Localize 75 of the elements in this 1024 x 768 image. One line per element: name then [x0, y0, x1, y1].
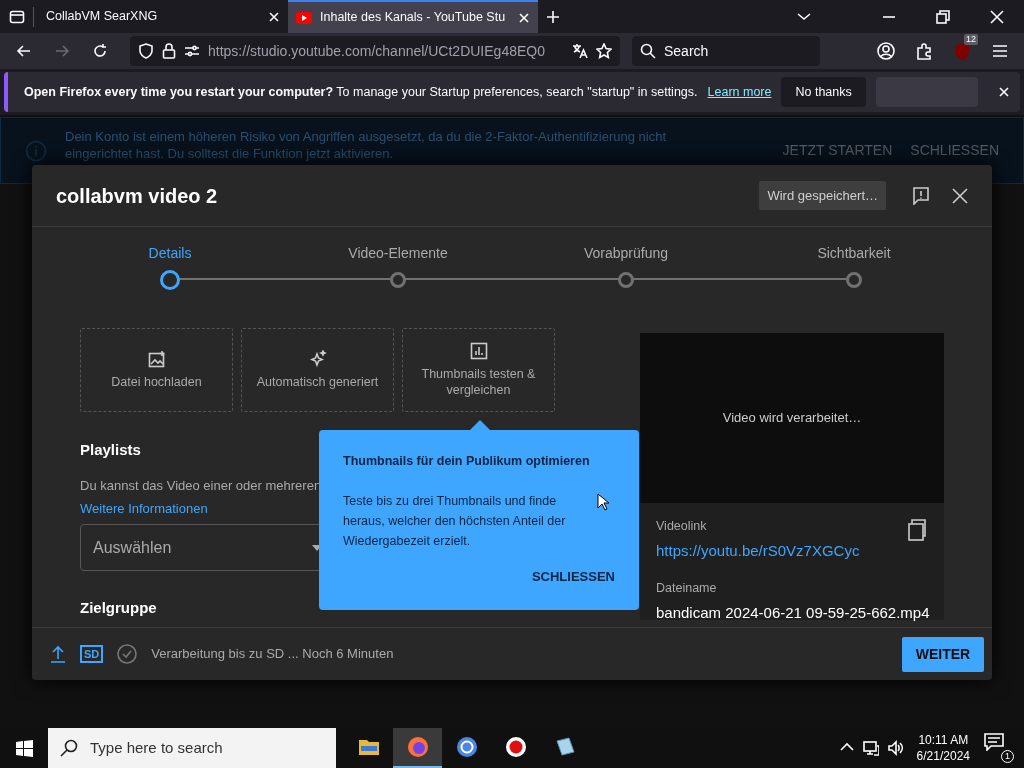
account-icon — [877, 42, 895, 60]
puzzle-icon — [915, 42, 933, 60]
close-icon[interactable] — [952, 187, 968, 204]
notification-message: Open Firefox every time you restart your computer? To manage your Startup preferences, search "startup" in settings. — [24, 83, 698, 101]
banner-message: Dein Konto ist einem höheren Risiko von Angriffen ausgesetzt, da du die 2-Faktor-Authentifizierung nicht eingerichtet hast. Du solltest die Funktion jetzt aktivieren. — [65, 128, 667, 162]
lock-icon[interactable] — [162, 43, 176, 59]
permissions-icon[interactable] — [184, 44, 200, 58]
thumbnail-option[interactable]: Automatisch generiert — [241, 328, 394, 412]
message-icon — [984, 733, 1004, 751]
feedback-icon[interactable] — [912, 186, 930, 205]
notification-center-button[interactable]: 1 — [984, 733, 1014, 763]
section-description: Du kannst das Video einer oder mehreren — [80, 476, 323, 495]
restore-icon[interactable] — [935, 8, 951, 25]
new-tab-icon[interactable] — [546, 9, 560, 24]
url-text: https://studio.youtube.com/channel/UCt2DUIEg48EQ0 — [208, 41, 546, 61]
bar-chart-icon — [469, 342, 488, 360]
step-tab[interactable]: Sichtbarkeit — [740, 227, 968, 297]
image-upload-icon — [147, 350, 166, 368]
search-field[interactable]: Search — [632, 36, 820, 66]
thumbnail-option[interactable]: Thumbnails testen & vergleichen — [402, 328, 555, 412]
quality-badge: SD — [80, 645, 104, 663]
upload-icon[interactable] — [50, 645, 66, 663]
record-icon — [503, 735, 528, 759]
shield-icon — [954, 42, 970, 60]
shield-icon[interactable] — [138, 43, 154, 59]
dialog-title: collabvm video 2 — [56, 183, 218, 209]
video-play-icon — [296, 11, 312, 24]
star-icon[interactable] — [596, 43, 612, 59]
windows-start-icon[interactable] — [16, 740, 33, 757]
search-icon — [60, 739, 78, 757]
popover-title: Thumbnails für dein Publikum optimieren — [343, 453, 591, 470]
translate-icon[interactable] — [572, 43, 588, 59]
back-icon — [16, 43, 32, 59]
step-tab[interactable]: Video-Elemente — [284, 227, 512, 297]
learn-more-link[interactable]: Weitere Informationen — [80, 499, 208, 519]
browser-tab[interactable]: Inhalte des Kanals - YouTube Stu — [288, 0, 538, 33]
processing-status: Verarbeitung bis zu SD ... Noch 6 Minuten — [151, 645, 394, 664]
taskbar-search-field[interactable]: Type here to search — [48, 728, 336, 768]
notification-count: 1 — [1001, 750, 1014, 763]
section-heading: Playlists — [80, 440, 141, 460]
cursor-icon — [597, 493, 609, 511]
next-button[interactable]: WEITER — [902, 636, 984, 672]
browser-icon — [454, 735, 479, 759]
field-label: Dateiname — [656, 579, 717, 597]
step-tab[interactable]: Vorabprüfung — [512, 227, 740, 297]
reload-icon — [92, 43, 108, 59]
save-status: Wird gespeichert… — [759, 180, 886, 211]
menu-icon — [992, 44, 1008, 58]
file-name: bandicam 2024-06-21 09-59-25-662.mp4 — [656, 602, 928, 623]
tab-list-icon[interactable] — [9, 8, 25, 25]
browser-tab[interactable]: CollabVM SearXNG — [38, 0, 288, 33]
extension-button[interactable]: 12 — [946, 36, 978, 66]
url-field[interactable]: https://studio.youtube.com/channel/UCt2DUIEg48EQ0 — [130, 36, 620, 66]
clock[interactable]: 10:11 AM 6/21/2024 — [916, 732, 970, 764]
learn-more-link[interactable]: Learn more — [707, 82, 772, 102]
close-button[interactable]: SCHLIESSEN — [531, 566, 615, 587]
info-icon — [25, 139, 47, 162]
check-circle-icon — [117, 644, 138, 664]
network-icon[interactable] — [862, 740, 879, 756]
sparkle-icon — [308, 350, 327, 368]
step-tab[interactable]: Details — [56, 227, 284, 297]
processing-text: Video wird verarbeitet… — [722, 409, 862, 428]
video-link[interactable]: https://youtu.be/rS0Vz7XGCyc — [656, 539, 860, 563]
thumbnail-option[interactable]: Datei hochladen — [80, 328, 233, 412]
no-thanks-button[interactable]: No thanks — [781, 77, 866, 107]
search-placeholder: Search — [664, 41, 709, 61]
forward-icon — [54, 43, 70, 59]
count-badge: 12 — [964, 34, 978, 45]
field-label: Videolink — [656, 518, 707, 535]
firefox-icon — [405, 735, 430, 759]
popover-text: Teste bis zu drei Thumbnails und finde heraus, welcher den höchsten Anteil der Wiedergabezeit erzielt. — [343, 492, 567, 550]
volume-icon[interactable] — [886, 740, 903, 756]
search-icon — [640, 43, 656, 59]
section-heading: Zielgruppe — [80, 598, 157, 618]
copy-icon[interactable] — [908, 519, 926, 541]
